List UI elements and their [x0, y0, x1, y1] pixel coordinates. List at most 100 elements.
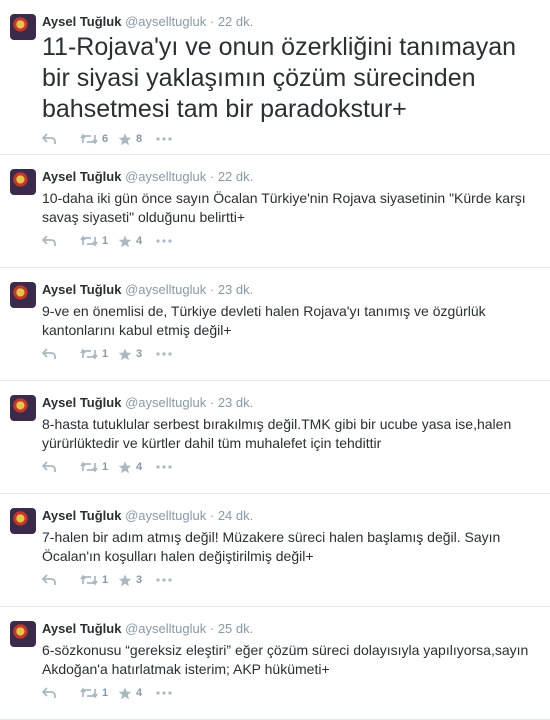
author-name[interactable]: Aysel Tuğluk: [42, 621, 121, 636]
favorite-button[interactable]: 3: [118, 348, 156, 361]
retweet-button[interactable]: 1: [80, 574, 118, 586]
tweet-item[interactable]: Aysel Tuğluk @ayselltugluk · 23 dk. 9-ve…: [0, 268, 550, 381]
author-handle[interactable]: @ayselltugluk: [125, 621, 206, 636]
retweet-icon: [80, 461, 98, 473]
author-handle[interactable]: @ayselltugluk: [125, 169, 206, 184]
author-handle[interactable]: @ayselltugluk: [125, 14, 206, 29]
tweet-timestamp[interactable]: 25 dk.: [218, 621, 253, 636]
retweet-count: 1: [102, 461, 109, 473]
reply-button[interactable]: [42, 235, 80, 247]
avatar[interactable]: [10, 621, 36, 647]
separator: ·: [209, 621, 215, 636]
avatar[interactable]: [10, 169, 36, 195]
avatar[interactable]: [10, 395, 36, 421]
avatar[interactable]: [10, 282, 36, 308]
retweet-button[interactable]: 1: [80, 687, 118, 699]
favorite-button[interactable]: 8: [118, 133, 156, 146]
separator: ·: [209, 14, 215, 29]
star-icon: [118, 348, 132, 360]
tweet-timestamp[interactable]: 22 dk.: [218, 14, 253, 29]
tweet-text: 6-sözkonusu “gereksiz eleştiri” eğer çöz…: [42, 642, 529, 677]
author-handle[interactable]: @ayselltugluk: [125, 282, 206, 297]
tweet-item[interactable]: Aysel Tuğluk @ayselltugluk · 22 dk. 10-d…: [0, 155, 550, 268]
more-button[interactable]: [156, 137, 176, 141]
more-button[interactable]: [156, 578, 176, 582]
tweet-timestamp[interactable]: 23 dk.: [218, 395, 253, 410]
star-icon: [118, 133, 132, 145]
more-button[interactable]: [156, 239, 176, 243]
author-name[interactable]: Aysel Tuğluk: [42, 508, 121, 523]
star-icon: [118, 687, 132, 699]
retweet-count: 6: [102, 133, 109, 145]
star-icon: [118, 574, 132, 586]
more-button[interactable]: [156, 352, 176, 356]
tweet-timestamp[interactable]: 23 dk.: [218, 282, 253, 297]
retweet-button[interactable]: 1: [80, 461, 118, 473]
retweet-icon: [80, 235, 98, 247]
more-icon: [156, 137, 172, 141]
favorite-button[interactable]: 4: [118, 687, 156, 700]
more-icon: [156, 465, 172, 469]
retweet-icon: [80, 574, 98, 586]
tweet-text: 10-daha iki gün önce sayın Öcalan Türkiy…: [42, 190, 526, 225]
reply-button[interactable]: [42, 574, 80, 586]
tweet-actions: 1 3: [42, 340, 540, 368]
tweet-text: 11-Rojava'yı ve onun özerkliğini tanımay…: [42, 33, 517, 123]
reply-button[interactable]: [42, 133, 80, 145]
retweet-button[interactable]: 1: [80, 235, 118, 247]
avatar[interactable]: [10, 14, 36, 40]
separator: ·: [209, 282, 215, 297]
author-name[interactable]: Aysel Tuğluk: [42, 169, 121, 184]
author-handle[interactable]: @ayselltugluk: [125, 508, 206, 523]
more-icon: [156, 239, 172, 243]
retweet-icon: [80, 687, 98, 699]
more-icon: [156, 691, 172, 695]
reply-icon: [42, 574, 56, 585]
reply-button[interactable]: [42, 687, 80, 699]
star-icon: [118, 235, 132, 247]
favorite-count: 3: [136, 348, 143, 360]
reply-button[interactable]: [42, 461, 80, 473]
favorite-count: 4: [136, 235, 143, 247]
author-handle[interactable]: @ayselltugluk: [125, 395, 206, 410]
avatar[interactable]: [10, 508, 36, 534]
separator: ·: [209, 395, 215, 410]
tweet-timestamp[interactable]: 24 dk.: [218, 508, 253, 523]
tweet-item[interactable]: Aysel Tuğluk @ayselltugluk · 24 dk. 7-ha…: [0, 494, 550, 607]
reply-icon: [42, 235, 56, 246]
favorite-count: 3: [136, 574, 143, 586]
separator: ·: [209, 508, 215, 523]
favorite-count: 4: [136, 461, 143, 473]
more-icon: [156, 352, 172, 356]
reply-icon: [42, 348, 56, 359]
more-icon: [156, 578, 172, 582]
more-button[interactable]: [156, 691, 176, 695]
retweet-button[interactable]: 6: [80, 133, 118, 145]
author-name[interactable]: Aysel Tuğluk: [42, 395, 121, 410]
tweet-timeline: Aysel Tuğluk @ayselltugluk · 22 dk. 11-R…: [0, 0, 550, 720]
tweet-timestamp[interactable]: 22 dk.: [218, 169, 253, 184]
tweet-header: Aysel Tuğluk @ayselltugluk · 23 dk.: [42, 282, 540, 298]
tweet-item[interactable]: Aysel Tuğluk @ayselltugluk · 25 dk. 6-sö…: [0, 607, 550, 720]
reply-button[interactable]: [42, 348, 80, 360]
tweet-text: 8-hasta tutuklular serbest bırakılmış de…: [42, 416, 512, 451]
favorite-button[interactable]: 3: [118, 574, 156, 587]
tweet-item[interactable]: Aysel Tuğluk @ayselltugluk · 22 dk. 11-R…: [0, 0, 550, 155]
author-name[interactable]: Aysel Tuğluk: [42, 14, 121, 29]
favorite-button[interactable]: 4: [118, 461, 156, 474]
reply-icon: [42, 461, 56, 472]
separator: ·: [209, 169, 215, 184]
reply-icon: [42, 133, 56, 144]
author-name[interactable]: Aysel Tuğluk: [42, 282, 121, 297]
tweet-text: 7-halen bir adım atmış değil! Müzakere s…: [42, 529, 501, 564]
star-icon: [118, 461, 132, 473]
retweet-icon: [80, 133, 98, 145]
favorite-button[interactable]: 4: [118, 235, 156, 248]
more-button[interactable]: [156, 465, 176, 469]
tweet-header: Aysel Tuğluk @ayselltugluk · 25 dk.: [42, 621, 540, 637]
retweet-button[interactable]: 1: [80, 348, 118, 360]
tweet-actions: 1 4: [42, 227, 540, 255]
retweet-count: 1: [102, 235, 109, 247]
tweet-item[interactable]: Aysel Tuğluk @ayselltugluk · 23 dk. 8-ha…: [0, 381, 550, 494]
favorite-count: 8: [136, 133, 143, 145]
